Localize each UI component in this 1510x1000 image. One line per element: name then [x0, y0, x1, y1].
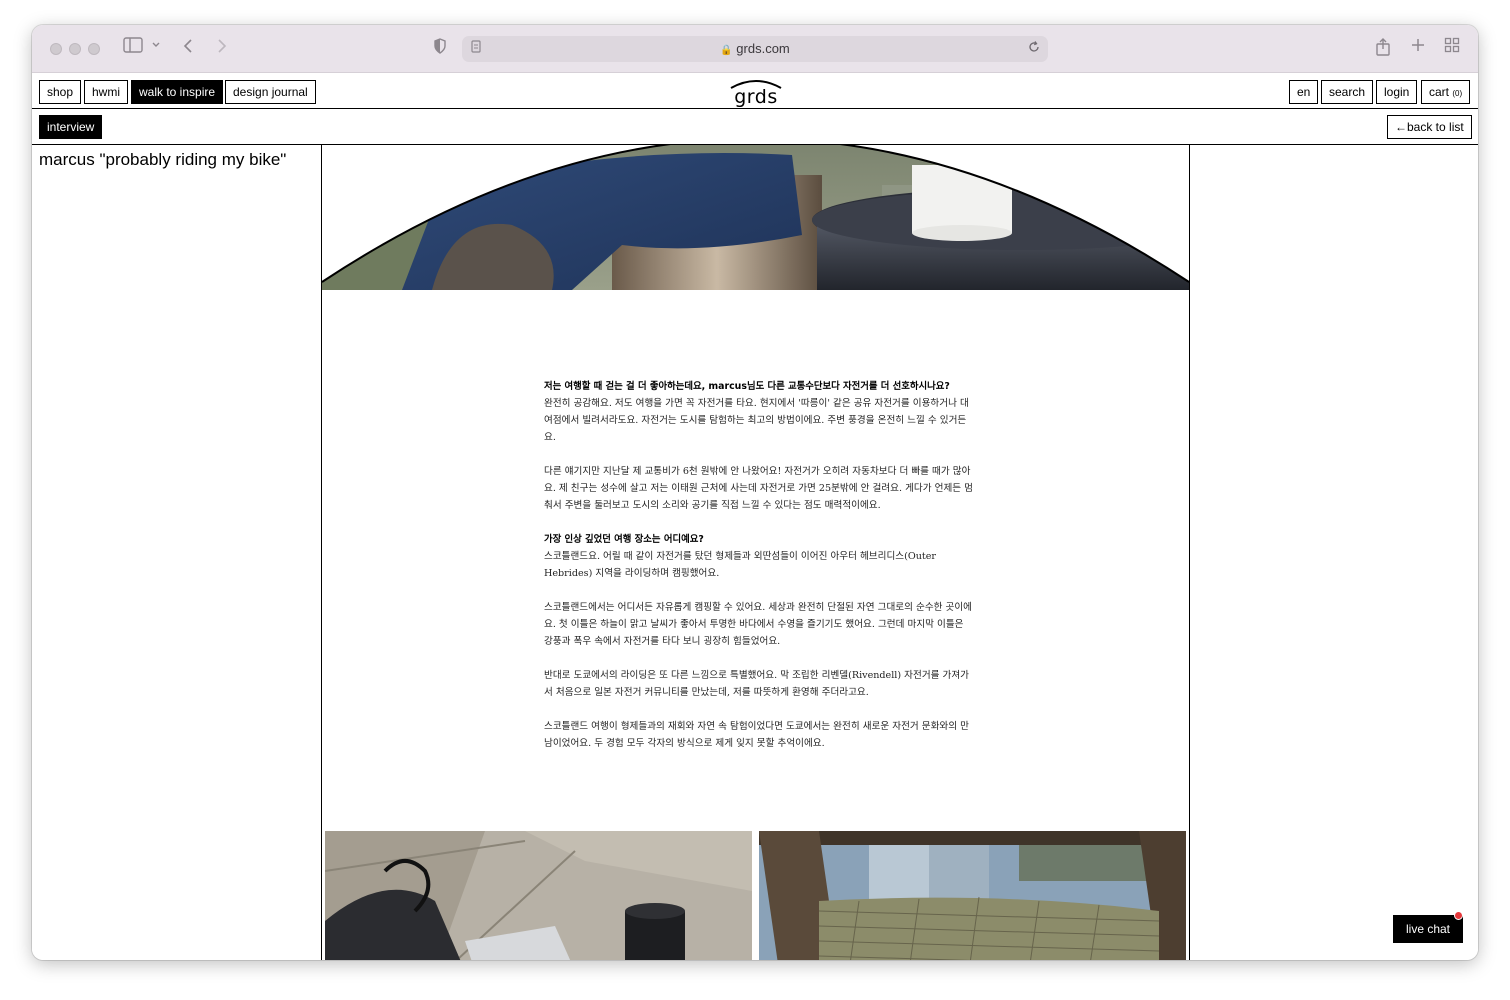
- nav-design-journal[interactable]: design journal: [225, 80, 316, 104]
- chat-notification-badge: [1454, 911, 1463, 920]
- chevron-down-icon[interactable]: [150, 37, 162, 59]
- category-badge[interactable]: interview: [39, 115, 103, 139]
- main-nav: shop hwmi walk to inspire design journal…: [32, 73, 1478, 109]
- left-column: marcus "probably riding my bike": [32, 145, 321, 960]
- left-arrow-icon: ←: [1395, 120, 1407, 134]
- lock-icon: 🔒: [720, 45, 733, 56]
- question-2: 가장 인상 깊었던 여행 장소는 어디예요?: [544, 534, 704, 545]
- browser-window: 🔒 grds.com shop hwmi walk to inspire des…: [32, 25, 1478, 960]
- nav-walk-to-inspire[interactable]: walk to inspire: [131, 80, 224, 104]
- article-title: marcus "probably riding my bike": [39, 150, 287, 169]
- address-bar[interactable]: 🔒 grds.com: [462, 36, 1048, 62]
- hero-image: [322, 145, 1189, 290]
- browser-toolbar: 🔒 grds.com: [32, 25, 1478, 73]
- minimize-window-button[interactable]: [69, 43, 81, 55]
- back-to-list-label: back to list: [1407, 120, 1464, 134]
- url-display: 🔒 grds.com: [462, 36, 1048, 62]
- answer-2d: 스코틀랜드 여행이 형제들과의 재회와 자연 속 탐험이었다면 도쿄에서는 완전…: [544, 721, 969, 749]
- logo-text: grds: [734, 86, 778, 108]
- answer-1: 완전히 공감해요. 저도 여행을 가면 꼭 자전거를 타요. 현지에서 '따릉이…: [544, 398, 969, 443]
- sub-nav: interview ←back to list: [32, 109, 1478, 145]
- back-to-list-button[interactable]: ←back to list: [1387, 115, 1472, 139]
- language-button[interactable]: en: [1289, 80, 1319, 104]
- cart-label: cart: [1429, 85, 1450, 99]
- answer-2b: 스코틀랜드에서는 어디서든 자유롭게 캠핑할 수 있어요. 세상과 완전히 단절…: [544, 602, 972, 647]
- answer-2c: 반대로 도쿄에서의 라이딩은 또 다른 느낌으로 특별했어요. 막 조립한 리벤…: [544, 670, 970, 698]
- cart-button[interactable]: cart (0): [1421, 80, 1471, 104]
- article-body: 저는 여행할 때 걷는 걸 더 좋아하는데요, marcus님도 다른 교통수단…: [544, 378, 974, 769]
- live-chat-button[interactable]: live chat: [1393, 915, 1463, 943]
- back-arrow-icon[interactable]: [180, 37, 196, 59]
- shield-icon[interactable]: [432, 37, 448, 59]
- url-text: grds.com: [736, 41, 790, 56]
- nav-shop[interactable]: shop: [39, 80, 82, 104]
- cart-count: (0): [1452, 89, 1463, 98]
- question-1: 저는 여행할 때 걷는 걸 더 좋아하는데요, marcus님도 다른 교통수단…: [544, 381, 950, 392]
- article-column: 저는 여행할 때 걷는 걸 더 좋아하는데요, marcus님도 다른 교통수단…: [321, 145, 1190, 960]
- login-button[interactable]: login: [1376, 80, 1418, 104]
- photo-gear: [325, 831, 752, 960]
- share-icon[interactable]: [1374, 37, 1392, 59]
- reload-icon[interactable]: [1026, 38, 1042, 60]
- site-logo[interactable]: grds: [728, 77, 784, 108]
- tabs-grid-icon[interactable]: [1443, 37, 1461, 59]
- plus-icon[interactable]: [1409, 37, 1427, 59]
- close-window-button[interactable]: [50, 43, 62, 55]
- right-column: [1190, 145, 1478, 960]
- forward-arrow-icon[interactable]: [214, 37, 230, 59]
- answer-2: 스코틀랜드요. 어릴 때 같이 자전거를 탔던 형제들과 외딴섬들이 이어진 아…: [544, 551, 937, 579]
- sidebar-icon[interactable]: [122, 37, 144, 59]
- nav-hwmi[interactable]: hwmi: [84, 80, 129, 104]
- web-page: shop hwmi walk to inspire design journal…: [32, 73, 1478, 960]
- search-button[interactable]: search: [1321, 80, 1374, 104]
- photo-hammock: [759, 831, 1186, 960]
- answer-1b: 다른 얘기지만 지난달 제 교통비가 6천 원밖에 안 나왔어요! 자전거가 오…: [544, 466, 973, 511]
- zoom-window-button[interactable]: [88, 43, 100, 55]
